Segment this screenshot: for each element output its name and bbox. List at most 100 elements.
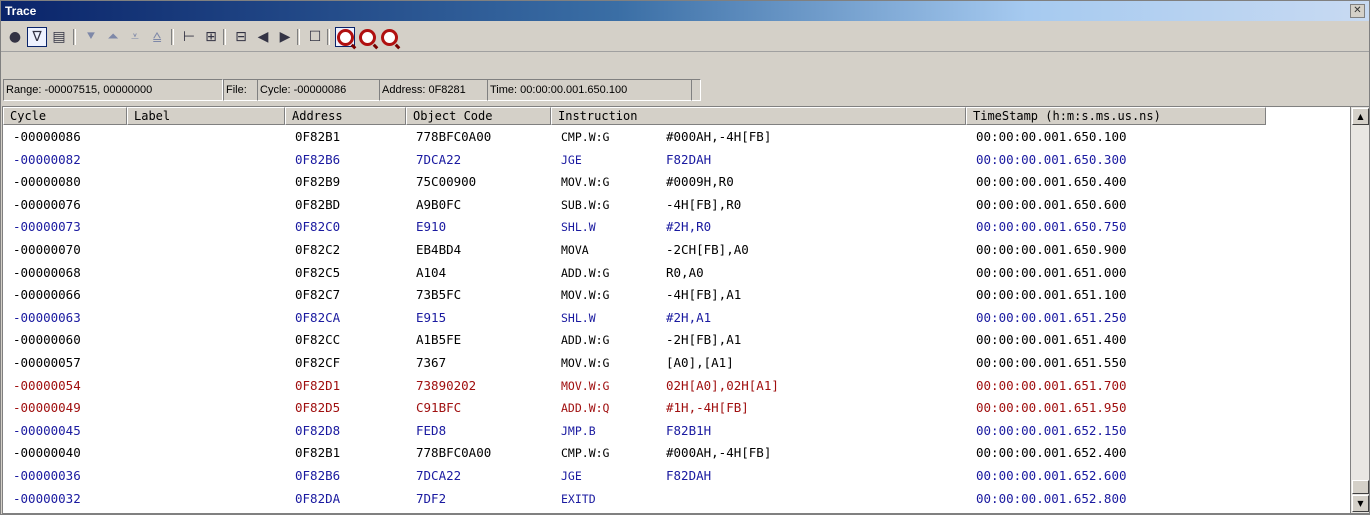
cycle-cell: -00000040 [13,445,81,461]
table-row[interactable]: -00000036 0F82B6 7DCA22 JGE F82DAH 00:00:00.0… [3,466,1350,486]
jump-bottom-glyph: ⩡ [131,29,139,45]
mnemonic-cell: MOV.W:G [561,378,610,393]
address-cell: 0F82C0 [295,219,341,235]
cycle-cell: -00000080 [13,174,81,190]
step-down-icon[interactable]: ⯆ [81,27,101,47]
step-down-glyph: ⯆ [85,29,97,45]
column-header-label[interactable]: Label [127,107,285,125]
operand-cell: F82B1H [666,422,712,438]
address-cell: 0F82CF [295,355,341,370]
find-next-icon[interactable] [379,27,399,47]
operand-cell: -4H[FB],R0 [666,196,742,212]
step-up-glyph: ⏶ [107,29,119,45]
column-header-object-code[interactable]: Object Code [406,107,551,125]
timestamp-cell: 00:00:00.001.651.550 [976,355,1127,370]
scroll-up-icon[interactable]: ▲ [1352,108,1369,125]
address-cell: 0F82B1 [295,129,341,144]
properties-icon[interactable]: ☐ [305,27,325,47]
table-row[interactable]: -00000063 0F82CA E915 SHL.W #2H,A1 00:00:00.0… [3,308,1350,328]
cycle-cell: -00000063 [13,309,81,325]
address-cell: 0F82CA [295,309,341,325]
table-row[interactable]: -00000040 0F82B1 778BFC0A00 CMP.W:G #000AH,-… [3,443,1350,463]
timestamp-cell: 00:00:00.001.652.400 [976,445,1127,461]
operand-cell: #2H,R0 [666,219,712,235]
scroll-thumb[interactable] [1352,480,1369,494]
object-code-cell: E910 [416,219,447,235]
vertical-scrollbar[interactable]: ▲ ▼ [1350,106,1370,514]
status-time: Time: 00:00:00.001.650.100 [487,79,693,101]
object-code-cell: EB4BD4 [416,242,462,257]
document-icon[interactable]: ▤ [49,27,69,47]
operand-cell: #000AH,-4H[FB] [666,445,772,461]
cycle-cell: -00000086 [13,129,81,144]
table-row[interactable]: -00000045 0F82D8 FED8 JMP.B F82B1H 00:00:00.0… [3,421,1350,441]
object-code-cell: 7DF2 [416,490,447,506]
title-bar[interactable]: Trace ✕ [1,1,1369,21]
column-header-cycle[interactable]: Cycle [3,107,127,125]
table-row[interactable]: -00000076 0F82BD A9B0FC SUB.W:G -4H[FB],R0 00… [3,195,1350,215]
operand-cell: #2H,A1 [666,309,712,325]
status-file: File: [223,79,259,101]
address-cell: 0F82C2 [295,242,341,257]
prev-glyph: ◀ [257,29,269,45]
object-code-cell: FED8 [416,422,447,438]
prev-icon[interactable]: ◀ [253,27,273,47]
address-cell: 0F82CC [295,332,341,348]
table-row[interactable]: -00000073 0F82C0 E910 SHL.W #2H,R0 00:00:00.0… [3,217,1350,237]
next-icon[interactable]: ▶ [275,27,295,47]
scroll-down-icon[interactable]: ▼ [1352,495,1369,512]
filter-icon[interactable]: ∇ [27,27,47,47]
table-row[interactable]: -00000066 0F82C7 73B5FC MOV.W:G -4H[FB],A1 00… [3,285,1350,305]
timestamp-cell: 00:00:00.001.651.100 [976,287,1127,303]
cycle-cell: -00000068 [13,264,81,280]
table-row[interactable]: -00000032 0F82DA 7DF2 EXITD 00:00:00.001.652… [3,489,1350,509]
operand-cell: R0,A0 [666,264,704,280]
table-row[interactable]: -00000082 0F82B6 7DCA22 JGE F82DAH 00:00:00.0… [3,150,1350,170]
close-icon[interactable]: ✕ [1350,4,1365,18]
object-code-cell: 7DCA22 [416,468,462,483]
object-code-cell: C91BFC [416,400,462,416]
trace-table[interactable]: Cycle Label Address Object Code Instruct… [2,106,1351,514]
find-prev-icon[interactable] [357,27,377,47]
address-cell: 0F82D8 [295,422,341,438]
address-cell: 0F82C7 [295,287,341,303]
step-up-icon[interactable]: ⏶ [103,27,123,47]
timestamp-cell: 00:00:00.001.651.250 [976,309,1127,325]
table-row[interactable]: -00000086 0F82B1 778BFC0A00 CMP.W:G #000AH,-… [3,127,1350,147]
collapse-icon[interactable]: ⊟ [231,27,251,47]
cycle-cell: -00000032 [13,490,81,506]
tabular-glyph: ⊞ [205,29,217,45]
address-cell: 0F82B6 [295,151,341,167]
source-tree-icon[interactable]: ⊢ [179,27,199,47]
table-row[interactable]: -00000068 0F82C5 A104 ADD.W:G R0,A0 00:00:00.… [3,263,1350,283]
object-code-cell: 7367 [416,355,447,370]
table-row[interactable]: -00000060 0F82CC A1B5FE ADD.W:G -2H[FB],A1 00… [3,330,1350,350]
toolbar-separator [297,29,300,45]
address-cell: 0F82D1 [295,377,341,393]
mnemonic-cell: ADD.W:Q [561,401,610,416]
record-icon[interactable]: ● [5,27,25,47]
table-row[interactable]: -00000057 0F82CF 7367 MOV.W:G [A0],[A1] 00:00… [3,353,1350,373]
timestamp-cell: 00:00:00.001.650.900 [976,242,1127,257]
cycle-cell: -00000054 [13,377,81,393]
document-glyph: ▤ [52,29,66,45]
find-icon[interactable] [335,27,355,47]
timestamp-cell: 00:00:00.001.650.750 [976,219,1127,235]
operand-cell: #000AH,-4H[FB] [666,129,772,144]
tabular-icon[interactable]: ⊞ [201,27,221,47]
table-row[interactable]: -00000054 0F82D1 73890202 MOV.W:G 02H[A0],02… [3,376,1350,396]
table-row[interactable]: -00000080 0F82B9 75C00900 MOV.W:G #0009H,R0 0… [3,172,1350,192]
table-row[interactable]: -00000049 0F82D5 C91BFC ADD.W:Q #1H,-4H[FB] 0… [3,398,1350,418]
timestamp-cell: 00:00:00.001.650.400 [976,174,1127,190]
column-header-instruction[interactable]: Instruction [551,107,966,125]
timestamp-cell: 00:00:00.001.650.300 [976,151,1127,167]
column-header-timestamp[interactable]: TimeStamp (h:m:s.ms.us.ns) [966,107,1266,125]
jump-top-icon[interactable]: ⩠ [147,27,167,47]
jump-bottom-icon[interactable]: ⩡ [125,27,145,47]
column-header-address[interactable]: Address [285,107,406,125]
timestamp-cell: 00:00:00.001.651.700 [976,377,1127,393]
mnemonic-cell: JMP.B [561,423,596,438]
mnemonic-cell: CMP.W:G [561,446,610,461]
operand-cell: -4H[FB],A1 [666,287,742,303]
table-row[interactable]: -00000070 0F82C2 EB4BD4 MOVA -2CH[FB],A0 00:0… [3,240,1350,260]
